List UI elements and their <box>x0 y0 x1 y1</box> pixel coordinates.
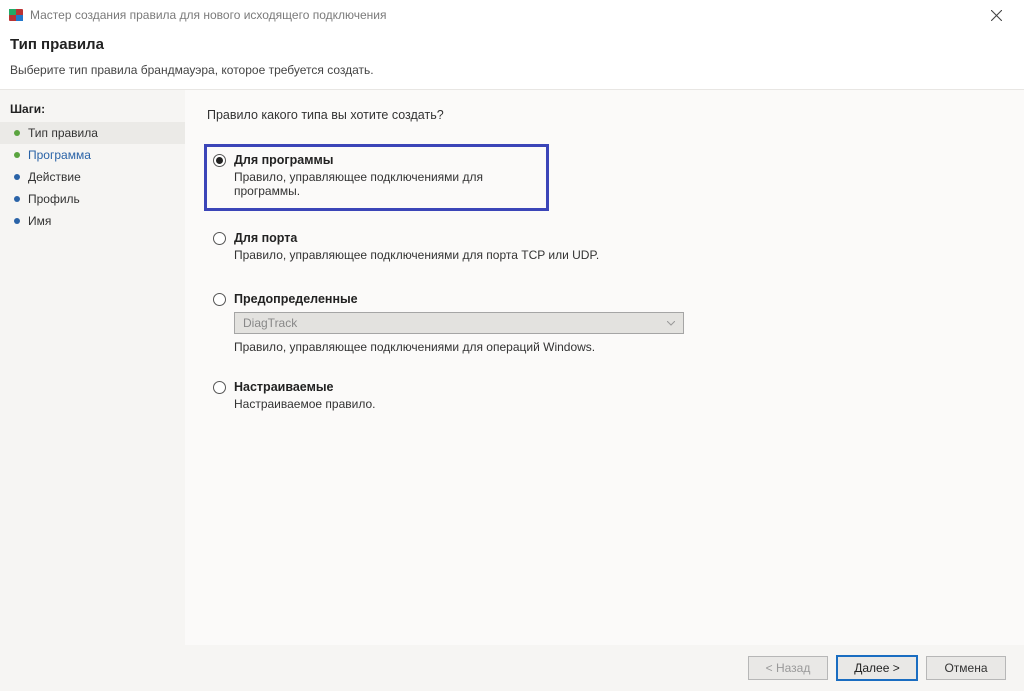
steps-sidebar: Шаги: Тип правила Программа Действие Про… <box>0 90 185 645</box>
close-button[interactable] <box>976 1 1016 29</box>
bullet-icon <box>14 218 20 224</box>
step-label: Профиль <box>28 192 80 206</box>
bullet-icon <box>14 196 20 202</box>
header: Тип правила Выберите тип правила брандма… <box>0 30 1024 89</box>
steps-heading: Шаги: <box>0 100 185 122</box>
cancel-button[interactable]: Отмена <box>926 656 1006 680</box>
step-label: Действие <box>28 170 81 184</box>
close-icon <box>991 10 1002 21</box>
step-profile[interactable]: Профиль <box>0 188 185 210</box>
step-label: Имя <box>28 214 51 228</box>
radio-predefined[interactable] <box>213 293 226 306</box>
content-prompt: Правило какого типа вы хотите создать? <box>207 108 994 122</box>
option-label: Для программы <box>234 153 538 167</box>
titlebar: Мастер создания правила для нового исход… <box>0 0 1024 30</box>
page-subtitle: Выберите тип правила брандмауэра, которо… <box>10 63 1008 77</box>
option-desc: Правило, управляющее подключениями для п… <box>234 170 538 198</box>
step-name[interactable]: Имя <box>0 210 185 232</box>
option-label: Предопределенные <box>234 292 986 306</box>
firewall-icon <box>8 7 24 23</box>
radio-port[interactable] <box>213 232 226 245</box>
option-label: Настраиваемые <box>234 380 986 394</box>
predefined-select: DiagTrack <box>234 312 684 334</box>
step-label: Тип правила <box>28 126 98 140</box>
option-desc: Настраиваемое правило. <box>234 397 986 411</box>
select-value: DiagTrack <box>243 316 297 330</box>
radio-program[interactable] <box>213 154 226 167</box>
step-label: Программа <box>28 148 91 162</box>
step-action[interactable]: Действие <box>0 166 185 188</box>
page-title: Тип правила <box>10 36 1008 53</box>
bullet-icon <box>14 174 20 180</box>
option-desc: Правило, управляющее подключениями для п… <box>234 248 986 262</box>
option-program[interactable]: Для программы Правило, управляющее подкл… <box>204 144 549 211</box>
option-label: Для порта <box>234 231 986 245</box>
step-program[interactable]: Программа <box>0 144 185 166</box>
step-rule-type[interactable]: Тип правила <box>0 122 185 144</box>
footer: < Назад Далее > Отмена <box>0 645 1024 691</box>
window-title: Мастер создания правила для нового исход… <box>30 8 976 22</box>
option-port[interactable]: Для порта Правило, управляющее подключен… <box>207 225 994 268</box>
option-desc: Правило, управляющее подключениями для о… <box>234 340 986 354</box>
content-pane: Правило какого типа вы хотите создать? Д… <box>185 90 1024 645</box>
bullet-icon <box>14 130 20 136</box>
bullet-icon <box>14 152 20 158</box>
radio-custom[interactable] <box>213 381 226 394</box>
option-custom[interactable]: Настраиваемые Настраиваемое правило. <box>207 374 994 417</box>
back-button: < Назад <box>748 656 828 680</box>
next-button[interactable]: Далее > <box>836 655 918 681</box>
chevron-down-icon <box>663 321 679 326</box>
option-predefined[interactable]: Предопределенные DiagTrack Правило, упра… <box>207 286 994 360</box>
